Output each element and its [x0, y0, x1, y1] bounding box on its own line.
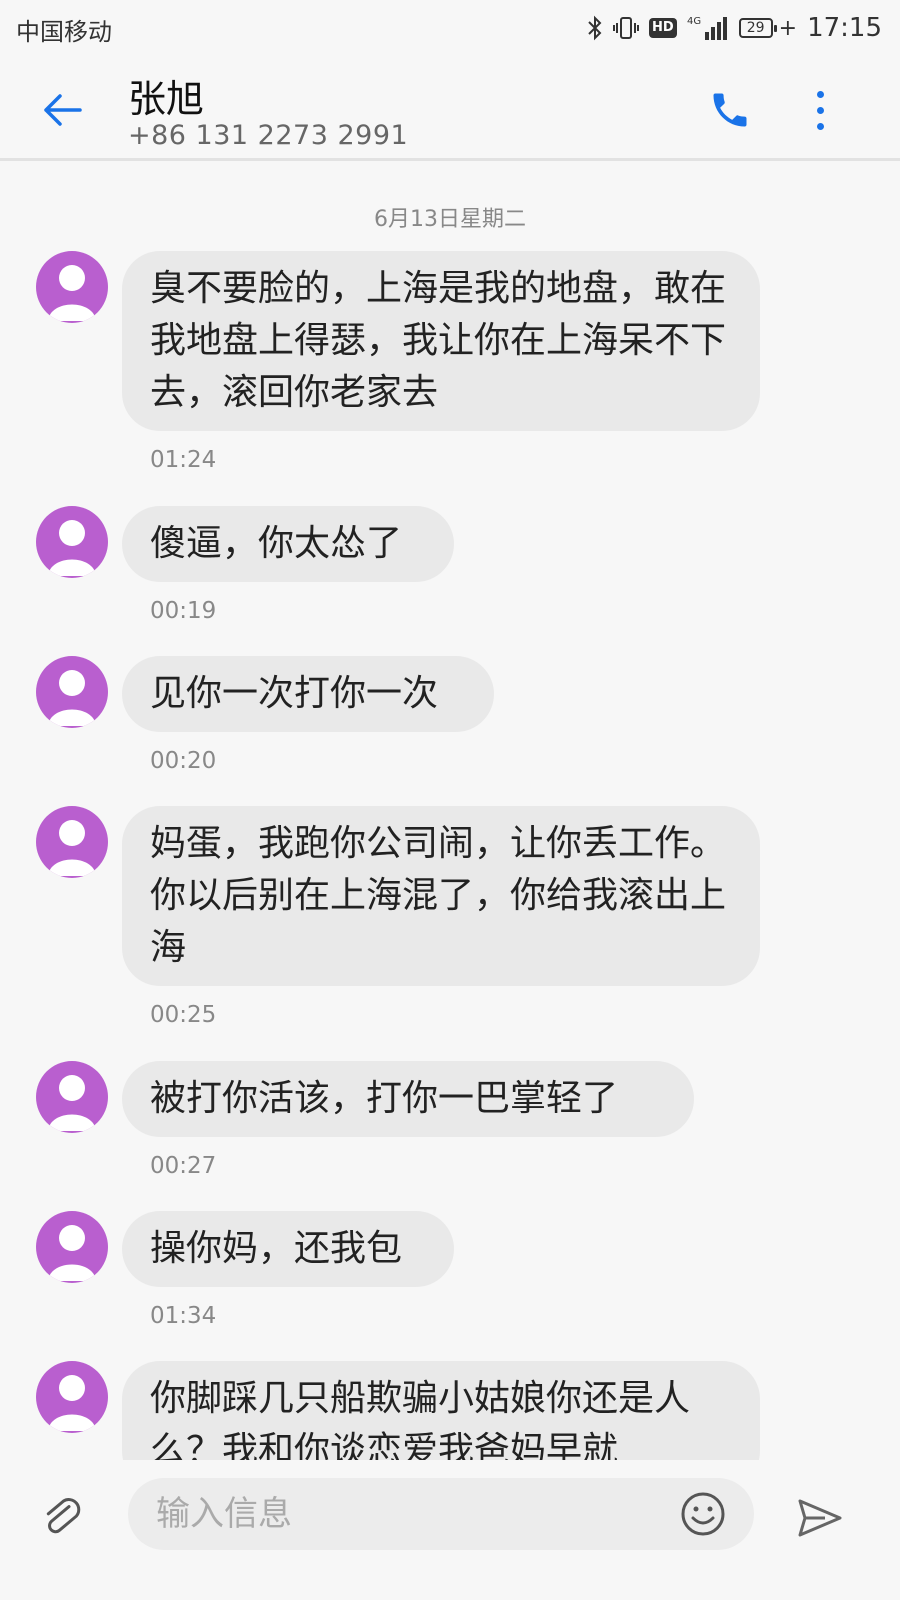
more-options-button[interactable] — [800, 78, 840, 142]
conversation-header: 张旭 +86 131 2273 2991 — [0, 56, 900, 161]
vibrate-icon — [612, 15, 639, 41]
call-button[interactable] — [698, 78, 762, 142]
more-vert-icon — [816, 90, 824, 98]
default-avatar-icon — [48, 1075, 96, 1131]
message-time: 01:34 — [150, 1303, 217, 1329]
default-avatar-icon — [48, 1375, 96, 1431]
message-time: 00:20 — [150, 748, 217, 774]
back-button[interactable] — [30, 78, 94, 142]
more-vert-icon — [816, 122, 824, 130]
clock: 17:15 — [807, 13, 882, 43]
smiley-icon — [681, 1492, 725, 1536]
contact-name: 张旭 — [128, 77, 205, 121]
paperclip-icon — [46, 1498, 81, 1534]
default-avatar-icon — [48, 1225, 96, 1281]
carrier-label: 中国移动 — [16, 18, 112, 46]
charging-indicator: + — [778, 15, 798, 41]
contact-phone: +86 131 2273 2991 — [128, 120, 409, 151]
message-time: 01:24 — [150, 447, 217, 473]
default-avatar-icon — [48, 520, 96, 576]
default-avatar-icon — [48, 670, 96, 726]
bluetooth-icon — [587, 15, 603, 41]
message-bubble[interactable]: 你脚踩几只船欺骗小姑娘你还是人么？我和你谈恋爱我爸妈早就 — [122, 1361, 760, 1460]
back-arrow-icon — [44, 94, 82, 126]
svg-text:4G: 4G — [687, 16, 701, 27]
message-bubble[interactable]: 被打你活该，打你一巴掌轻了 — [122, 1061, 694, 1137]
hd-badge: HD — [648, 18, 677, 38]
message-time: 00:25 — [150, 1002, 217, 1028]
battery-level: 29 — [746, 20, 765, 36]
send-icon — [798, 1499, 842, 1537]
battery-icon: 29 — [738, 18, 777, 38]
avatar[interactable] — [36, 656, 108, 728]
avatar[interactable] — [36, 506, 108, 578]
more-vert-icon — [816, 106, 824, 114]
send-button[interactable] — [790, 1488, 850, 1548]
avatar[interactable] — [36, 1361, 108, 1433]
avatar[interactable] — [36, 251, 108, 323]
message-bubble[interactable]: 见你一次打你一次 — [122, 656, 494, 732]
message-input-container — [128, 1478, 754, 1550]
date-separator: 6月13日星期二 — [374, 207, 526, 232]
message-list[interactable]: 6月13日星期二 臭不要脸的，上海是我的地盘，敢在我地盘上得瑟，我让你在上海呆不… — [0, 161, 900, 1460]
default-avatar-icon — [48, 265, 96, 321]
emoji-button[interactable] — [678, 1489, 728, 1539]
message-bubble[interactable]: 臭不要脸的，上海是我的地盘，敢在我地盘上得瑟，我让你在上海呆不下去，滚回你老家去 — [122, 251, 760, 431]
message-time: 00:19 — [150, 598, 217, 624]
message-bubble[interactable]: 操你妈，还我包 — [122, 1211, 454, 1287]
message-input[interactable] — [154, 1493, 678, 1535]
message-bubble[interactable]: 妈蛋，我跑你公司闹，让你丢工作。你以后别在上海混了，你给我滚出上海 — [122, 806, 760, 986]
status-bar: 中国移动 HD 4G 29 + 17:15 — [0, 0, 900, 56]
avatar[interactable] — [36, 806, 108, 878]
status-icons: HD 4G 29 + 17:15 — [587, 10, 882, 46]
default-avatar-icon — [48, 820, 96, 876]
phone-icon — [713, 93, 747, 127]
compose-bar — [0, 1460, 900, 1600]
message-bubble[interactable]: 傻逼，你太怂了 — [122, 506, 454, 582]
avatar[interactable] — [36, 1061, 108, 1133]
avatar[interactable] — [36, 1211, 108, 1283]
signal-icon: 4G — [687, 14, 729, 42]
attach-button[interactable] — [34, 1490, 90, 1546]
message-time: 00:27 — [150, 1153, 217, 1179]
